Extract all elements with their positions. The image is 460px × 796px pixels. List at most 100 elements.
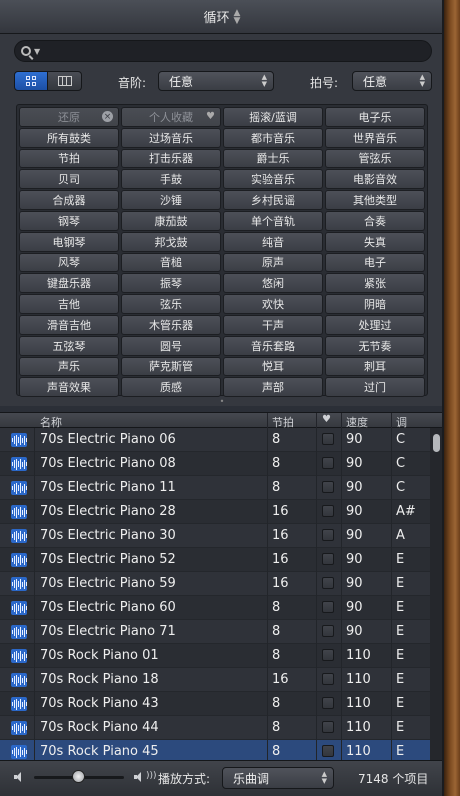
keyword-button[interactable]: 无节奏 [325,335,425,356]
keyword-button[interactable]: 个人收藏 ♥ [121,107,221,127]
splitter-handle[interactable]: • [218,398,226,406]
table-row[interactable]: 70s Rock Piano 45 8 110 E [0,740,430,760]
search-icon[interactable] [21,46,31,56]
keyword-button[interactable]: 质感 [121,377,221,398]
keyword-button[interactable]: 邦戈鼓 [121,231,221,252]
favorite-checkbox[interactable] [322,625,334,637]
keyword-button[interactable]: 其他类型 [325,190,425,210]
scrollbar-thumb[interactable] [433,434,440,452]
close-circle-icon[interactable]: × [102,111,113,122]
favorite-checkbox[interactable] [322,457,334,469]
keyword-button[interactable]: 康茄鼓 [121,210,221,231]
keyword-button[interactable]: 萨克斯管 [121,356,221,377]
table-row[interactable]: 70s Electric Piano 30 16 90 A [0,524,430,548]
keyword-button[interactable]: 干声 [223,314,323,335]
keyword-button[interactable]: 过场音乐 [121,127,221,148]
table-row[interactable]: 70s Electric Piano 08 8 90 C [0,452,430,476]
table-row[interactable]: 70s Electric Piano 52 16 90 E [0,548,430,572]
keyword-button[interactable]: 电钢琴 [19,231,119,252]
keyword-button[interactable]: 电子 [325,252,425,273]
keyword-button[interactable]: 手鼓 [121,169,221,190]
play-mode-popup[interactable]: 乐曲调 ▲ ▼ [222,767,334,789]
keyword-button[interactable]: 贝司 [19,169,119,190]
keyword-button[interactable]: 音槌 [121,252,221,273]
keyword-button[interactable]: 圆号 [121,335,221,356]
keyword-button[interactable]: 键盘乐器 [19,273,119,294]
keyword-button[interactable]: 悦耳 [223,356,323,377]
keyword-button[interactable]: 管弦乐 [325,148,425,169]
keyword-button[interactable]: 都市音乐 [223,127,323,148]
keyword-button[interactable]: 钢琴 [19,210,119,231]
table-row[interactable]: 70s Rock Piano 01 8 110 E [0,644,430,668]
vertical-scrollbar[interactable] [430,428,442,760]
keyword-button[interactable]: 处理过 [325,314,425,335]
keyword-button[interactable]: 失真 [325,231,425,252]
keyword-button[interactable]: 乡村民谣 [223,190,323,210]
keyword-button[interactable]: 风琴 [19,252,119,273]
keyword-button[interactable]: 电子乐 [325,107,425,127]
favorite-checkbox[interactable] [322,673,334,685]
keyword-button[interactable]: 欢快 [223,294,323,314]
keyword-button[interactable]: 刺耳 [325,356,425,377]
keyword-button[interactable]: 原声 [223,252,323,273]
keyword-button[interactable]: 还原 × [19,107,119,127]
volume-slider-knob[interactable] [72,770,85,783]
keyword-button[interactable]: 实验音乐 [223,169,323,190]
keyword-button[interactable]: 振琴 [121,273,221,294]
favorite-checkbox[interactable] [322,433,334,445]
heart-icon[interactable]: ♥ [322,414,331,425]
chevron-down-icon[interactable]: ▼ [34,47,40,56]
keyword-button[interactable]: 五弦琴 [19,335,119,356]
keyword-button[interactable]: 紧张 [325,273,425,294]
favorite-checkbox[interactable] [322,721,334,733]
favorite-checkbox[interactable] [322,481,334,493]
keyword-button[interactable]: 沙锤 [121,190,221,210]
keyword-button[interactable]: 声音效果 [19,377,119,398]
table-row[interactable]: 70s Electric Piano 28 16 90 A# [0,500,430,524]
button-view-toggle[interactable] [14,71,48,91]
table-row[interactable]: 70s Rock Piano 18 16 110 E [0,668,430,692]
keyword-button[interactable]: 音乐套路 [223,335,323,356]
column-view-toggle[interactable] [48,71,82,91]
table-row[interactable]: 70s Electric Piano 59 16 90 E [0,572,430,596]
keyword-button[interactable]: 所有鼓类 [19,127,119,148]
keyword-button[interactable]: 合奏 [325,210,425,231]
table-row[interactable]: 70s Rock Piano 43 8 110 E [0,692,430,716]
updown-arrows-icon[interactable]: ▲ ▼ [234,8,241,25]
favorite-checkbox[interactable] [322,601,334,613]
keyword-button[interactable]: 电影音效 [325,169,425,190]
keyword-button[interactable]: 声乐 [19,356,119,377]
keyword-button[interactable]: 合成器 [19,190,119,210]
favorite-checkbox[interactable] [322,505,334,517]
favorite-checkbox[interactable] [322,745,334,757]
keyword-button[interactable]: 悠闲 [223,273,323,294]
keyword-button[interactable]: 滑音吉他 [19,314,119,335]
favorite-checkbox[interactable] [322,697,334,709]
favorite-checkbox[interactable] [322,529,334,541]
keyword-button[interactable]: 木管乐器 [121,314,221,335]
favorite-checkbox[interactable] [322,577,334,589]
keyword-button[interactable]: 阴暗 [325,294,425,314]
keyword-button[interactable]: 弦乐 [121,294,221,314]
table-row[interactable]: 70s Electric Piano 11 8 90 C [0,476,430,500]
keyword-button[interactable]: 纯音 [223,231,323,252]
keyword-button[interactable]: 过门 [325,377,425,398]
keyword-button[interactable]: 世界音乐 [325,127,425,148]
title-bar[interactable]: 循环 ▲ ▼ [0,0,442,34]
table-row[interactable]: 70s Electric Piano 71 8 90 E [0,620,430,644]
keyword-button[interactable]: 节拍 [19,148,119,169]
keyword-button[interactable]: 爵士乐 [223,148,323,169]
keyword-button[interactable]: 打击乐器 [121,148,221,169]
keyword-button[interactable]: 声部 [223,377,323,398]
scale-popup[interactable]: 任意 ▲ ▼ [158,71,274,91]
keyword-button[interactable]: 单个音轨 [223,210,323,231]
table-row[interactable]: 70s Rock Piano 44 8 110 E [0,716,430,740]
keyword-button[interactable]: 摇滚/蓝调 [223,107,323,127]
signature-popup[interactable]: 任意 ▲ ▼ [352,71,432,91]
table-row[interactable]: 70s Electric Piano 60 8 90 E [0,596,430,620]
keyword-button[interactable]: 吉他 [19,294,119,314]
favorite-checkbox[interactable] [322,553,334,565]
favorite-checkbox[interactable] [322,649,334,661]
table-row[interactable]: 70s Electric Piano 06 8 90 C [0,428,430,452]
search-input[interactable]: ▼ [14,40,432,62]
